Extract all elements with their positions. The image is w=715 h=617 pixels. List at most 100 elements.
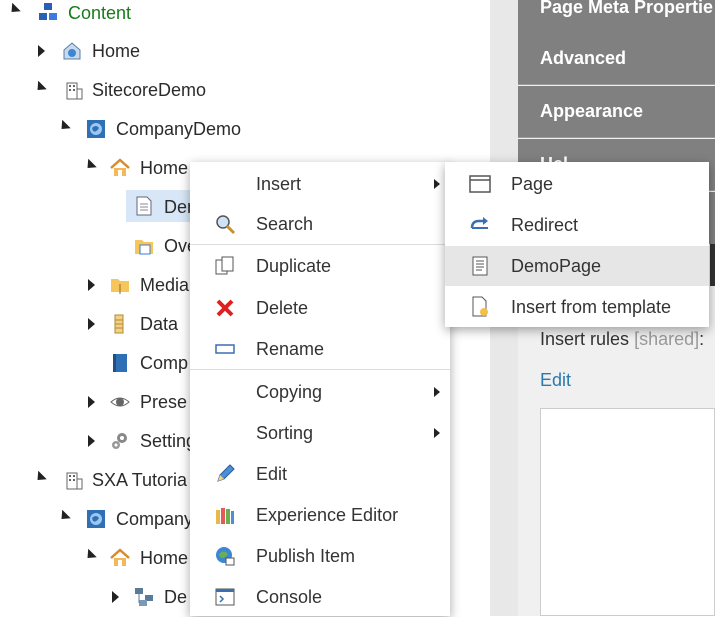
publish-icon	[216, 547, 235, 566]
experience-editor-icon	[216, 508, 234, 524]
delete-icon	[216, 299, 234, 317]
submenu-arrow-icon	[434, 428, 440, 438]
search-icon	[216, 215, 236, 235]
collapse-arrow[interactable]	[57, 509, 71, 524]
tree-item-company[interactable]: Company	[116, 506, 193, 532]
console-icon	[215, 588, 235, 606]
menu-item-experience-editor[interactable]: Experience Editor	[190, 495, 450, 535]
tree-item-sitecoredemo[interactable]: SitecoreDemo	[92, 77, 206, 103]
collapse-arrow[interactable]	[83, 548, 97, 563]
gear-icon	[112, 433, 127, 449]
tree-item-home[interactable]: Home	[92, 38, 140, 64]
document-icon	[136, 196, 152, 216]
content-icon	[39, 3, 57, 20]
expand-arrow[interactable]	[88, 396, 95, 408]
book-icon	[113, 354, 127, 372]
tree-item-home-child[interactable]: Home	[140, 155, 188, 181]
edit-link[interactable]: Edit	[540, 370, 571, 391]
pencil-icon	[217, 464, 235, 482]
eye-icon	[110, 397, 130, 407]
menu-item-copying[interactable]: Copying	[190, 372, 450, 412]
overlay-folder-icon	[135, 240, 153, 255]
rename-label: Rename	[256, 338, 325, 359]
colon: :	[699, 329, 705, 349]
menu-item-duplicate[interactable]: Duplicate	[190, 246, 450, 286]
tree-item-comp[interactable]: Comp	[140, 350, 188, 376]
menu-item-insert[interactable]: Insert	[190, 164, 450, 204]
page-icon	[469, 175, 491, 193]
publish-item-label: Publish Item	[256, 545, 356, 566]
building-icon	[66, 472, 83, 490]
demopage-label: DemoPage	[511, 255, 602, 276]
duplicate-icon	[215, 256, 234, 275]
expand-arrow[interactable]	[38, 45, 45, 57]
collapse-arrow[interactable]	[7, 2, 21, 17]
redirect-label: Redirect	[511, 214, 579, 235]
tree-item-sxa-tutorial[interactable]: SXA Tutoria	[92, 467, 187, 493]
collapse-arrow[interactable]	[33, 470, 47, 485]
menu-item-console[interactable]: Console	[190, 577, 450, 617]
home-icon	[110, 548, 130, 566]
delete-label: Delete	[256, 297, 309, 318]
search-label: Search	[256, 213, 314, 234]
collapse-arrow[interactable]	[83, 158, 97, 173]
collapse-arrow[interactable]	[33, 80, 47, 95]
site-globe-icon	[87, 510, 105, 528]
expand-arrow[interactable]	[88, 279, 95, 291]
insert-from-template-label: Insert from template	[511, 296, 672, 317]
insert-rules-text: Insert rules	[540, 329, 630, 349]
tree-item-de[interactable]: De	[164, 584, 187, 610]
menu-item-publish-item[interactable]: Publish Item	[190, 536, 450, 576]
tree-item-setting[interactable]: Setting	[140, 428, 196, 454]
insert-rules-area: Insert rules [shared]: Edit	[518, 286, 715, 616]
submenu-arrow-icon	[434, 179, 440, 189]
menu-separator	[190, 369, 450, 370]
demopage-icon	[472, 256, 488, 276]
home-icon	[110, 158, 130, 176]
tree-item-content[interactable]: Content	[68, 0, 131, 26]
expand-arrow[interactable]	[88, 435, 95, 447]
template-icon	[472, 296, 488, 317]
insert-rules-box	[540, 408, 715, 616]
expand-arrow[interactable]	[112, 591, 119, 603]
insert-label: Insert	[256, 173, 302, 194]
edit-label: Edit	[256, 463, 288, 484]
tree-item-companydemo[interactable]: CompanyDemo	[116, 116, 241, 142]
section-appearance[interactable]: Appearance	[518, 86, 715, 138]
insert-rules-label: Insert rules [shared]:	[540, 329, 704, 350]
data-icon	[114, 314, 124, 334]
submenu-item-insert-from-template[interactable]: Insert from template	[445, 287, 709, 327]
menu-item-sorting[interactable]: Sorting	[190, 413, 450, 453]
tree-item-home-2[interactable]: Home	[140, 545, 188, 571]
section-advanced[interactable]: Advanced	[518, 33, 715, 85]
tree-item-media[interactable]: Media	[140, 272, 189, 298]
tree-item-prese[interactable]: Prese	[140, 389, 187, 415]
hierarchy-icon	[135, 588, 153, 606]
section-page-meta-properties[interactable]: Page Meta Propertie	[518, 0, 715, 34]
expand-arrow[interactable]	[88, 318, 95, 330]
submenu-item-page[interactable]: Page	[445, 164, 709, 204]
home-globe-icon	[63, 42, 81, 60]
submenu-item-demopage[interactable]: DemoPage	[445, 246, 709, 286]
menu-item-search[interactable]: Search	[190, 204, 450, 244]
context-menu: Insert Search Duplicate Delete Rename Co…	[190, 162, 450, 616]
building-icon	[66, 82, 83, 100]
shared-tag: [shared]	[634, 329, 700, 349]
menu-item-edit[interactable]: Edit	[190, 454, 450, 494]
submenu-arrow-icon	[434, 387, 440, 397]
tree-item-data[interactable]: Data	[140, 311, 178, 337]
submenu-item-redirect[interactable]: Redirect	[445, 205, 709, 245]
menu-item-delete[interactable]: Delete	[190, 288, 450, 328]
rename-icon	[215, 344, 235, 354]
site-globe-icon	[87, 120, 105, 138]
page-label: Page	[511, 173, 554, 194]
redirect-icon	[470, 217, 488, 229]
sorting-label: Sorting	[256, 422, 314, 443]
console-label: Console	[256, 586, 323, 607]
insert-submenu: Page Redirect DemoPage Insert from templ…	[445, 162, 709, 327]
menu-item-rename[interactable]: Rename	[190, 329, 450, 369]
experience-editor-label: Experience Editor	[256, 504, 399, 525]
duplicate-label: Duplicate	[256, 255, 332, 276]
collapse-arrow[interactable]	[57, 119, 71, 134]
copying-label: Copying	[256, 381, 323, 402]
